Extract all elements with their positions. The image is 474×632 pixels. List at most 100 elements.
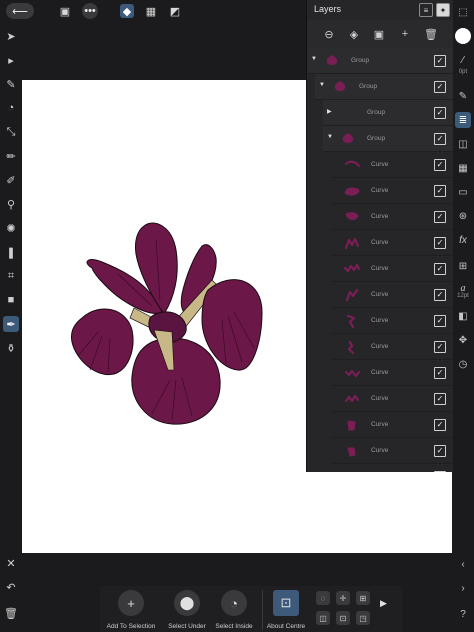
visibility-checkbox[interactable]: ✓ xyxy=(434,185,446,197)
help-icon[interactable]: ? xyxy=(455,606,471,622)
layer-row-curve[interactable]: Curve✓ xyxy=(331,360,453,386)
layer-row-curve[interactable]: Curve✓ xyxy=(331,256,453,282)
visibility-checkbox[interactable]: ✓ xyxy=(434,341,446,353)
blend-mode-icon[interactable]: ⊖ xyxy=(321,26,337,42)
add-to-selection-button[interactable]: + xyxy=(118,590,144,616)
expand-arrow-icon[interactable]: ▼ xyxy=(319,82,325,88)
layer-row-curve[interactable]: Curve✓ xyxy=(331,386,453,412)
visibility-checkbox[interactable]: ✓ xyxy=(434,263,446,275)
more-icon[interactable]: ••• xyxy=(82,3,98,19)
about-centre-button[interactable]: ⊡ xyxy=(273,590,299,616)
brush-icon[interactable]: ✎ xyxy=(455,88,471,104)
layer-row-group[interactable]: ▼ Group ✓ xyxy=(315,74,453,100)
layer-row-curve[interactable]: Curve✓ xyxy=(331,412,453,438)
move-tool-icon[interactable]: ➤ xyxy=(3,28,19,44)
transparency-tool-icon[interactable]: ⤡ xyxy=(3,124,19,140)
fill-tool-icon[interactable]: ✺ xyxy=(3,220,19,236)
effects-icon[interactable]: ◫ xyxy=(455,136,471,152)
visibility-checkbox[interactable]: ✓ xyxy=(434,133,446,145)
pen-selected-tool-icon[interactable]: ✒ xyxy=(3,316,19,332)
play-icon[interactable]: ▶ xyxy=(380,598,387,609)
pin-icon[interactable]: ✦ xyxy=(436,3,450,17)
anchor-left-icon[interactable]: ◫ xyxy=(316,611,330,625)
delete-layer-icon[interactable]: 🗑 xyxy=(423,26,439,42)
stroke-icon[interactable]: ⁄ xyxy=(455,52,471,68)
panel-menu-icon[interactable]: ≡ xyxy=(419,3,433,17)
layers-studio-icon[interactable]: ≣ xyxy=(455,112,471,128)
visibility-checkbox[interactable]: ✓ xyxy=(434,107,446,119)
collapse-arrow-icon[interactable]: ▶ xyxy=(327,108,332,115)
layer-row-curve[interactable]: Curve✓ xyxy=(331,178,453,204)
document-icon[interactable]: ▣ xyxy=(58,4,72,18)
visibility-checkbox[interactable]: ✓ xyxy=(434,393,446,405)
anchor-centre-icon[interactable]: ⊡ xyxy=(336,611,350,625)
undo-icon[interactable]: ↶ xyxy=(4,580,18,594)
add-layer-icon[interactable]: + xyxy=(397,26,413,42)
layer-row-group[interactable]: ▼ Group ✓ xyxy=(323,126,453,152)
layer-row-curve[interactable]: Curve✓ xyxy=(331,282,453,308)
layer-row-curve[interactable]: Curve✓ xyxy=(331,464,453,472)
pen-tool-icon[interactable]: ✎ xyxy=(3,76,19,92)
visibility-checkbox[interactable]: ✓ xyxy=(434,419,446,431)
select-inside-button[interactable]: ◔ xyxy=(221,590,247,616)
visibility-checkbox[interactable]: ✓ xyxy=(434,159,446,171)
top-toolbar: ⟵ ▣ ••• ◆ ▦ ◩ xyxy=(0,0,306,22)
navigator-icon[interactable]: ⊛ xyxy=(455,208,471,224)
layer-row-curve[interactable]: Curve✓ xyxy=(331,334,453,360)
back-arrow-icon[interactable]: ⟵ xyxy=(6,3,34,19)
trash-icon[interactable]: 🗑 xyxy=(4,606,18,620)
corner-tool-icon[interactable]: ◔ xyxy=(3,100,19,116)
arrange-icon[interactable]: ◧ xyxy=(455,308,471,324)
designer-persona-icon[interactable]: ◆ xyxy=(120,4,134,18)
curve-thumbnail xyxy=(344,160,361,167)
chevron-right-icon[interactable]: › xyxy=(455,580,471,596)
visibility-checkbox[interactable]: ✓ xyxy=(434,289,446,301)
visibility-checkbox[interactable]: ✓ xyxy=(434,81,446,93)
eyedropper-tool-icon[interactable]: ⚱ xyxy=(3,340,19,356)
layer-row-group[interactable]: ▶ Group ✓ xyxy=(323,100,453,126)
color-swatch-icon[interactable] xyxy=(455,28,471,44)
layers-header: Layers ≡ ✦ xyxy=(307,0,453,20)
visibility-checkbox[interactable]: ✓ xyxy=(434,211,446,223)
visibility-checkbox[interactable]: ✓ xyxy=(434,237,446,249)
layer-row-curve[interactable]: Curve✓ xyxy=(331,438,453,464)
color-picker-icon[interactable]: ⚲ xyxy=(3,196,19,212)
layer-row-curve[interactable]: Curve✓ xyxy=(331,308,453,334)
crop-tool-icon[interactable]: ⌗ xyxy=(3,268,19,284)
layer-row-curve[interactable]: Curve✓ xyxy=(331,152,453,178)
history-icon[interactable]: ◷ xyxy=(455,356,471,372)
visibility-checkbox[interactable]: ✓ xyxy=(434,367,446,379)
swatches-icon[interactable]: ▦ xyxy=(455,160,471,176)
place-image-icon[interactable]: ❚ xyxy=(3,244,19,260)
expand-arrow-icon[interactable]: ▼ xyxy=(311,56,317,62)
fx-icon[interactable]: fx xyxy=(455,232,471,248)
pixel-persona-icon[interactable]: ▦ xyxy=(144,4,158,18)
visibility-checkbox[interactable]: ✓ xyxy=(434,315,446,327)
close-icon[interactable]: ✕ xyxy=(4,556,18,570)
visibility-checkbox[interactable]: ✓ xyxy=(434,471,446,472)
anchor-right-icon[interactable]: ◳ xyxy=(356,611,370,625)
mask-icon[interactable]: ▣ xyxy=(371,26,387,42)
anchor-top-right-icon[interactable]: ⊞ xyxy=(356,591,370,605)
select-under-button[interactable]: ⬤ xyxy=(174,590,200,616)
expand-arrow-icon[interactable]: ▼ xyxy=(327,134,333,140)
visibility-checkbox[interactable]: ✓ xyxy=(434,445,446,457)
snapping-icon[interactable]: ✥ xyxy=(455,332,471,348)
export-icon[interactable]: ⬚ xyxy=(455,4,471,20)
transform-icon[interactable]: ⊞ xyxy=(455,258,471,274)
visibility-checkbox[interactable]: ✓ xyxy=(434,55,446,67)
layer-row-curve[interactable]: Curve✓ xyxy=(331,204,453,230)
node-tool-icon[interactable]: ▸ xyxy=(3,52,19,68)
rectangle-tool-icon[interactable]: ■ xyxy=(3,292,19,308)
layer-row-group[interactable]: ▼ Group ✓ xyxy=(307,48,453,74)
anchor-top-left-icon[interactable]: ◌ xyxy=(316,591,330,605)
anchor-top-icon[interactable]: ✛ xyxy=(336,591,350,605)
image-icon[interactable]: ▭ xyxy=(455,184,471,200)
vector-brush-icon[interactable]: ✐ xyxy=(3,172,19,188)
layer-stack-icon[interactable]: ◈ xyxy=(346,26,362,42)
export-persona-icon[interactable]: ◩ xyxy=(168,4,182,18)
layer-row-curve[interactable]: Curve✓ xyxy=(331,230,453,256)
pencil-tool-icon[interactable]: ✏ xyxy=(3,148,19,164)
curve-thumbnail xyxy=(344,187,360,196)
chevron-left-icon[interactable]: ‹ xyxy=(455,556,471,572)
